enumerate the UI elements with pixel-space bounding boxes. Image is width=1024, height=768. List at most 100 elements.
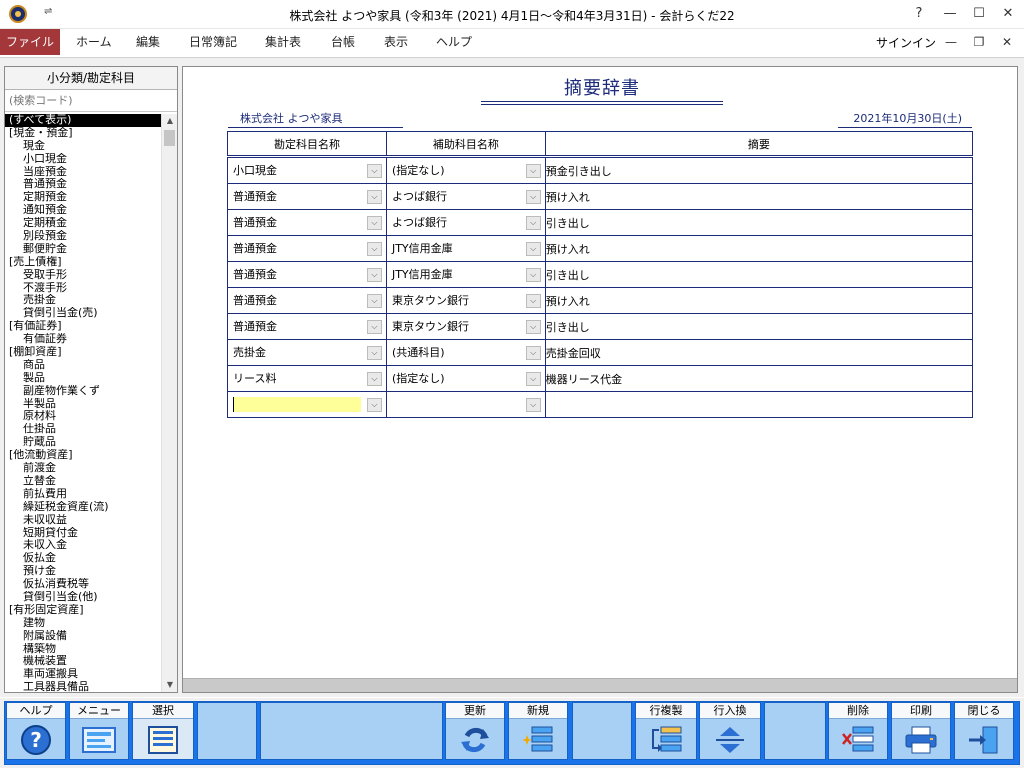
- chevron-down-icon[interactable]: ⌵: [366, 216, 382, 230]
- chevron-down-icon[interactable]: ⌵: [525, 216, 541, 230]
- chevron-down-icon[interactable]: ⌵: [366, 372, 382, 386]
- mdi-close-icon[interactable]: ✕: [996, 32, 1018, 52]
- chevron-down-icon[interactable]: ⌵: [525, 164, 541, 178]
- tree-scrollbar[interactable]: ▲ ▼: [161, 114, 177, 692]
- account-select[interactable]: 小口現金 ⌵: [228, 158, 386, 183]
- menu-summary[interactable]: 集計表: [259, 29, 307, 55]
- account-cell[interactable]: 普通預金 ⌵: [227, 261, 387, 288]
- mdi-minimize-icon[interactable]: —: [940, 32, 962, 52]
- minimize-icon[interactable]: —: [939, 4, 961, 24]
- chevron-down-icon[interactable]: ⌵: [366, 320, 382, 334]
- memo-cell[interactable]: 引き出し: [544, 209, 974, 236]
- subaccount-select[interactable]: ⌵: [387, 392, 545, 417]
- tree-account[interactable]: 仕掛品: [5, 423, 161, 436]
- account-cell[interactable]: リース料 ⌵: [227, 365, 387, 392]
- account-cell[interactable]: 普通預金 ⌵: [227, 183, 387, 210]
- subaccount-select[interactable]: 東京タウン銀行 ⌵: [387, 314, 545, 339]
- tree-category[interactable]: [棚卸資産]: [5, 346, 161, 359]
- tree-account[interactable]: 貸倒引当金(売): [5, 307, 161, 320]
- memo-cell[interactable]: 預け入れ: [544, 287, 974, 314]
- tree-account[interactable]: 建物: [5, 617, 161, 630]
- memo-cell[interactable]: 預け入れ: [544, 183, 974, 210]
- account-cell[interactable]: 普通預金 ⌵: [227, 313, 387, 340]
- tree-account[interactable]: 機械装置: [5, 655, 161, 668]
- chevron-down-icon[interactable]: ⌵: [366, 164, 382, 178]
- subaccount-cell[interactable]: (指定なし) ⌵: [385, 365, 546, 392]
- tree-account[interactable]: 未収収益: [5, 514, 161, 527]
- tree-account[interactable]: 受取手形: [5, 269, 161, 282]
- tree-account[interactable]: 製品: [5, 372, 161, 385]
- menu-home[interactable]: ホーム: [70, 29, 118, 55]
- tree-account[interactable]: 貸倒引当金(他): [5, 591, 161, 604]
- menu-help[interactable]: ヘルプ: [430, 29, 478, 55]
- close-button[interactable]: 閉じる: [954, 702, 1014, 760]
- menu-edit[interactable]: 編集: [130, 29, 166, 55]
- account-select[interactable]: ⌵: [228, 392, 386, 417]
- duplicate-row-button[interactable]: 行複製: [635, 702, 697, 760]
- tree-account[interactable]: 別段預金: [5, 230, 161, 243]
- subaccount-cell[interactable]: 東京タウン銀行 ⌵: [385, 313, 546, 340]
- chevron-down-icon[interactable]: ⌵: [525, 320, 541, 334]
- subaccount-select[interactable]: (指定なし) ⌵: [387, 158, 545, 183]
- account-select[interactable]: 売掛金 ⌵: [228, 340, 386, 365]
- tree-category[interactable]: [有形固定資産]: [5, 604, 161, 617]
- subaccount-cell[interactable]: よつば銀行 ⌵: [385, 209, 546, 236]
- subaccount-select[interactable]: (指定なし) ⌵: [387, 366, 545, 391]
- chevron-down-icon[interactable]: ⌵: [366, 398, 382, 412]
- chevron-down-icon[interactable]: ⌵: [525, 372, 541, 386]
- close-window-icon[interactable]: ✕: [997, 4, 1019, 24]
- tree-account[interactable]: 立替金: [5, 475, 161, 488]
- tree-account[interactable]: 未収入金: [5, 539, 161, 552]
- tree-account[interactable]: 小口現金: [5, 153, 161, 166]
- tree-account[interactable]: 短期貸付金: [5, 527, 161, 540]
- subaccount-cell[interactable]: JTY信用金庫 ⌵: [385, 261, 546, 288]
- tree-account[interactable]: 商品: [5, 359, 161, 372]
- tree-account[interactable]: 不渡手形: [5, 282, 161, 295]
- memo-cell[interactable]: 引き出し: [544, 261, 974, 288]
- chevron-down-icon[interactable]: ⌵: [366, 346, 382, 360]
- account-select[interactable]: リース料 ⌵: [228, 366, 386, 391]
- tree-account[interactable]: 通知預金: [5, 204, 161, 217]
- account-select[interactable]: 普通預金 ⌵: [228, 262, 386, 287]
- tree-account[interactable]: 車両運搬具: [5, 668, 161, 681]
- horizontal-scrollbar[interactable]: [183, 678, 1017, 692]
- tree-category[interactable]: [有価証券]: [5, 320, 161, 333]
- chevron-down-icon[interactable]: ⌵: [525, 190, 541, 204]
- account-cell[interactable]: 普通預金 ⌵: [227, 209, 387, 236]
- chevron-down-icon[interactable]: ⌵: [366, 190, 382, 204]
- tree-account[interactable]: 繰延税金資産(流): [5, 501, 161, 514]
- tree-account[interactable]: 定期預金: [5, 191, 161, 204]
- memo-cell[interactable]: 引き出し: [544, 313, 974, 340]
- tree-account[interactable]: 有価証券: [5, 333, 161, 346]
- scroll-down-icon[interactable]: ▼: [162, 678, 178, 692]
- menu-daily-bookkeeping[interactable]: 日常簿記: [183, 29, 243, 55]
- memo-cell[interactable]: 預け入れ: [544, 235, 974, 262]
- tree-account[interactable]: 前渡金: [5, 462, 161, 475]
- subaccount-select[interactable]: よつば銀行 ⌵: [387, 210, 545, 235]
- account-select[interactable]: 普通預金 ⌵: [228, 236, 386, 261]
- memo-cell[interactable]: [544, 391, 974, 418]
- chevron-down-icon[interactable]: ⌵: [525, 398, 541, 412]
- tree-category[interactable]: [現金・預金]: [5, 127, 161, 140]
- tree-account[interactable]: 工具器具備品: [5, 681, 161, 692]
- scroll-thumb[interactable]: [164, 130, 175, 146]
- subaccount-select[interactable]: (共通科目) ⌵: [387, 340, 545, 365]
- tree-account[interactable]: 当座預金: [5, 166, 161, 179]
- tree-account[interactable]: 半製品: [5, 398, 161, 411]
- menu-view[interactable]: 表示: [378, 29, 414, 55]
- tree-account[interactable]: 現金: [5, 140, 161, 153]
- account-cell[interactable]: 売掛金 ⌵: [227, 339, 387, 366]
- subaccount-select[interactable]: JTY信用金庫 ⌵: [387, 262, 545, 287]
- subaccount-cell[interactable]: 東京タウン銀行 ⌵: [385, 287, 546, 314]
- swap-rows-button[interactable]: 行入換: [699, 702, 761, 760]
- help-button[interactable]: ヘルプ?: [6, 702, 66, 760]
- account-cell[interactable]: 小口現金 ⌵: [227, 156, 387, 184]
- tree-account[interactable]: 副産物作業くず: [5, 385, 161, 398]
- account-select[interactable]: 普通預金 ⌵: [228, 288, 386, 313]
- chevron-down-icon[interactable]: ⌵: [525, 268, 541, 282]
- account-cell[interactable]: ⌵: [227, 391, 387, 418]
- subaccount-cell[interactable]: (指定なし) ⌵: [385, 156, 546, 184]
- chevron-down-icon[interactable]: ⌵: [366, 242, 382, 256]
- tree-account[interactable]: 普通預金: [5, 178, 161, 191]
- tree-item-selected[interactable]: (すべて表示): [5, 114, 161, 127]
